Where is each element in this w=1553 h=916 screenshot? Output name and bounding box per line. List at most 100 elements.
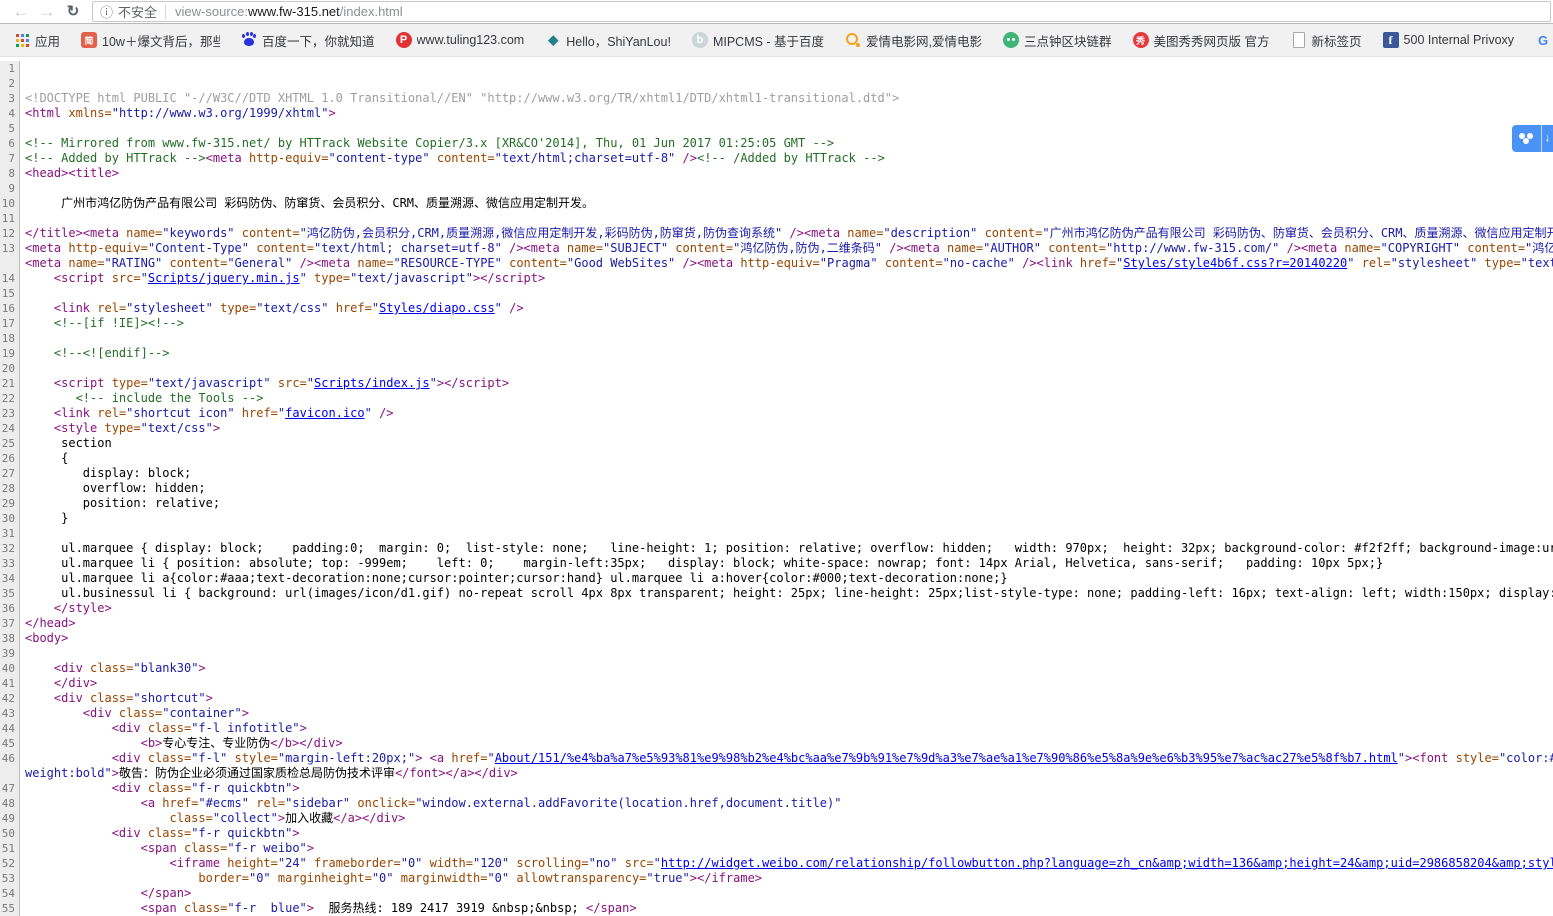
code-tag: /><meta xyxy=(292,256,357,270)
source-link[interactable]: http://widget.weibo.com/relationship/fol… xyxy=(661,856,1553,870)
code-tag: </b></div> xyxy=(270,736,342,750)
bookmark-item[interactable]: G新标签页 xyxy=(1529,31,1553,50)
code-attr: type= xyxy=(112,376,148,390)
code-value: "shortcut icon" xyxy=(126,406,234,420)
line-number: 35 xyxy=(0,586,20,601)
code-attr: scrolling= xyxy=(516,856,588,870)
code-attr: onclick= xyxy=(357,796,415,810)
code-text: section xyxy=(25,436,112,450)
bookmark-item[interactable]: ◆Hello，ShiYanLou! xyxy=(539,31,677,50)
code-value: "content-type" xyxy=(328,151,429,165)
url-path: /index.html xyxy=(340,4,403,19)
code-tag: <meta xyxy=(25,241,68,255)
code-attr: href= xyxy=(336,301,372,315)
code-value: "#ecms" xyxy=(198,796,249,810)
source-link[interactable]: Styles/style4b6f.css?r=20140220 xyxy=(1123,256,1347,270)
code-text: 专心专注、专业防伪 xyxy=(162,736,270,750)
bookmark-item[interactable]: 百度一下，你就知道 xyxy=(235,31,381,50)
code-value: "text/css" xyxy=(141,421,213,435)
code-value: "COPYRIGHT" xyxy=(1381,241,1460,255)
source-code-text: <link rel="stylesheet" type="text/css" h… xyxy=(20,301,1553,316)
line-number: 39 xyxy=(0,646,20,661)
source-link[interactable]: Scripts/index.js xyxy=(314,376,430,390)
code-tag: /><meta xyxy=(1279,241,1344,255)
source-code-text xyxy=(20,286,1553,301)
code-value: "AUTHOR" xyxy=(983,241,1041,255)
code-tag: /> xyxy=(675,151,697,165)
baidu-cloud-icon[interactable] xyxy=(1512,125,1541,152)
code-text xyxy=(430,151,437,165)
code-value: "RESOURCE-TYPE" xyxy=(394,256,502,270)
code-attr: type= xyxy=(104,421,140,435)
line-number: 55 xyxy=(0,901,20,916)
forward-button[interactable]: → xyxy=(34,2,60,22)
bookmark-item[interactable]: Pwww.tuling123.com xyxy=(390,32,531,48)
netdisk-widget[interactable]: ↓ xyxy=(1512,125,1553,152)
address-bar[interactable]: ⓘ 不安全 view-source:www.fw-315.net/index.h… xyxy=(92,1,1551,22)
back-button[interactable]: ← xyxy=(8,2,34,22)
source-line: 2 xyxy=(0,76,1553,91)
line-number: 7 xyxy=(0,151,20,166)
source-code-text: ul.marquee { display: block; padding:0; … xyxy=(20,541,1553,556)
bookmark-item[interactable]: 秀美图秀秀网页版 官方 xyxy=(1127,31,1276,50)
source-code-text: <link rel="shortcut icon" href="favicon.… xyxy=(20,406,1553,421)
source-line: 47 <div class="f-r quickbtn"> xyxy=(0,781,1553,796)
code-text xyxy=(1354,256,1361,270)
line-number: 14 xyxy=(0,271,20,286)
url-host: www.fw-315.net xyxy=(248,4,340,19)
source-code-text: <html xmlns="http://www.w3.org/1999/xhtm… xyxy=(20,106,1553,121)
source-line: 4<html xmlns="http://www.w3.org/1999/xht… xyxy=(0,106,1553,121)
code-text xyxy=(25,661,54,675)
source-line: 22 <!-- include the Tools --> xyxy=(0,391,1553,406)
source-link[interactable]: About/151/%e4%ba%a7%e5%93%81%e9%98%b2%e4… xyxy=(495,751,1398,765)
line-number: 8 xyxy=(0,166,20,181)
source-code-text: position: relative; xyxy=(20,496,1553,511)
code-tag: ></iframe> xyxy=(690,871,762,885)
bookmark-item[interactable]: 新标签页 xyxy=(1285,31,1368,50)
download-arrow-icon[interactable]: ↓ xyxy=(1541,125,1553,152)
code-value: "24" xyxy=(278,856,307,870)
line-number: 15 xyxy=(0,286,20,301)
bookmark-item[interactable]: 三点钟区块链群 xyxy=(997,31,1118,50)
code-text: display: block; xyxy=(25,466,191,480)
source-code-text: <!-- include the Tools --> xyxy=(20,391,1553,406)
source-link[interactable]: Scripts/jquery.min.js xyxy=(148,271,300,285)
line-number: 31 xyxy=(0,526,20,541)
code-text xyxy=(25,421,54,435)
code-text xyxy=(25,406,54,420)
code-tag: /> xyxy=(372,406,394,420)
code-tag: <a xyxy=(430,751,452,765)
bookmark-item[interactable]: 应用 xyxy=(8,31,66,50)
code-value: "Content-Type" xyxy=(148,241,249,255)
line-number: 12 xyxy=(0,226,20,241)
source-code-text: weight:bold">敬告：防伪企业必须通过国家质检总局防伪技术评审</fo… xyxy=(20,766,1553,781)
line-number: 42 xyxy=(0,691,20,706)
code-value: "text/html;charset=utf-8" xyxy=(495,151,676,165)
line-number: 3 xyxy=(0,91,20,106)
source-link[interactable]: Styles/diapo.css xyxy=(379,301,495,315)
code-text xyxy=(1477,256,1484,270)
bookmark-item[interactable]: f500 Internal Privoxy xyxy=(1377,32,1520,48)
line-number: 21 xyxy=(0,376,20,391)
line-number: 28 xyxy=(0,481,20,496)
reload-button[interactable]: ↻ xyxy=(60,2,86,22)
source-line: 18 xyxy=(0,331,1553,346)
code-text xyxy=(618,856,625,870)
code-tag: <div xyxy=(54,691,90,705)
code-tag: > xyxy=(213,421,220,435)
bookmark-item[interactable]: 简10w＋爆文背后，那些 xyxy=(75,31,226,50)
line-number: 1 xyxy=(0,61,20,76)
line-number: 17 xyxy=(0,316,20,331)
source-line: 51 <span class="f-r weibo"> xyxy=(0,841,1553,856)
code-value: "margin-left:20px;" xyxy=(278,751,415,765)
bookmark-label: 新标签页 xyxy=(1312,31,1362,50)
source-line: 52 <iframe height="24" frameborder="0" w… xyxy=(0,856,1553,871)
source-link[interactable]: favicon.ico xyxy=(285,406,364,420)
code-attr: http-equiv= xyxy=(249,151,328,165)
code-value: "keywords" xyxy=(162,226,234,240)
code-value: " xyxy=(1398,751,1405,765)
bookmark-item[interactable]: bMIPCMS - 基于百度 xyxy=(686,31,830,50)
info-icon[interactable]: ⓘ xyxy=(100,2,113,21)
source-line: 25 section xyxy=(0,436,1553,451)
bookmark-item[interactable]: 爱情电影网,爱情电影 xyxy=(839,31,988,50)
